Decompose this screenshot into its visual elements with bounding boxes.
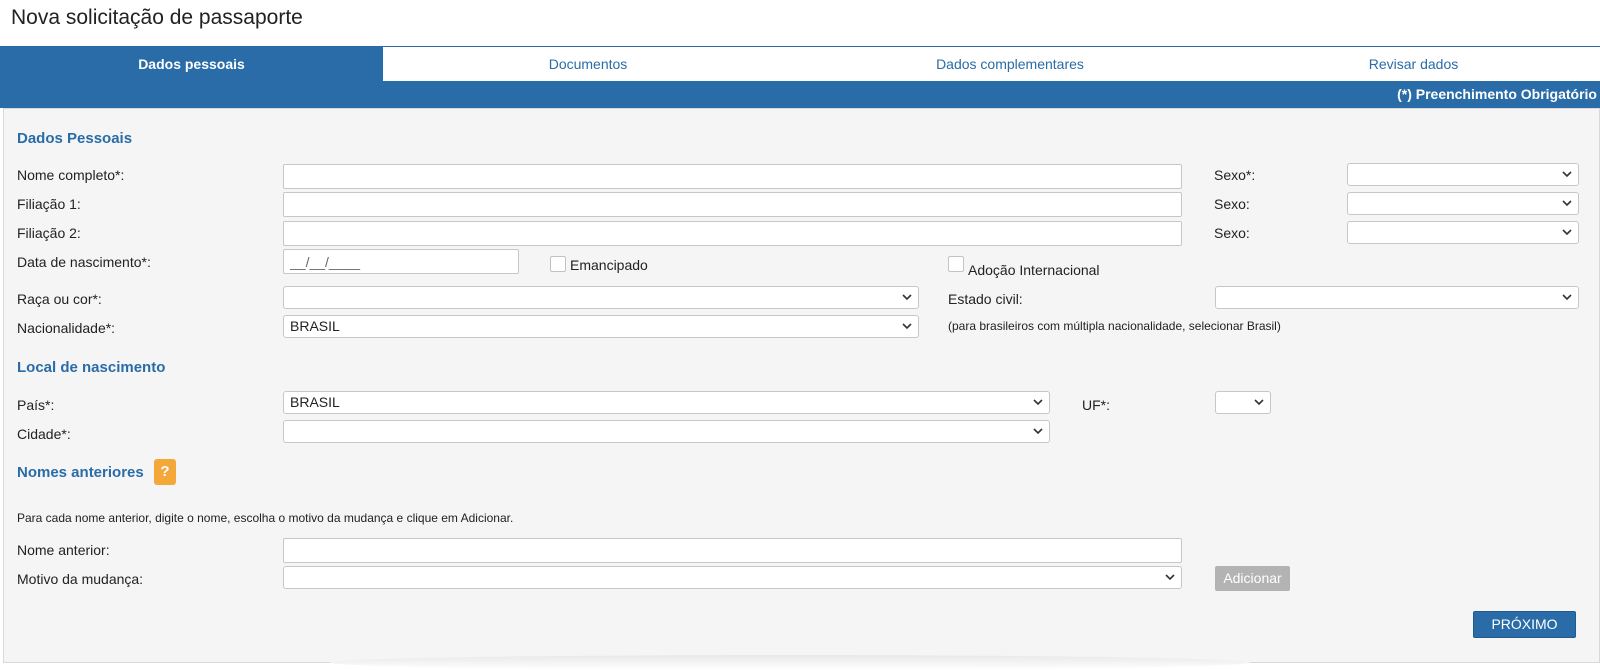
section-title-dados-pessoais: Dados Pessoais (17, 130, 133, 147)
sexo-filiacao2-select[interactable] (1347, 221, 1579, 244)
uf-select[interactable] (1215, 391, 1271, 414)
data-nascimento-input[interactable] (283, 249, 519, 274)
adocao-label: Adoção Internacional (968, 262, 1100, 278)
chevron-down-icon (1562, 200, 1572, 207)
tab-documentos[interactable]: Documentos (383, 47, 793, 81)
sexo-label: Sexo*: (1214, 167, 1256, 183)
nome-completo-input[interactable] (283, 164, 1182, 189)
nome-completo-label: Nome completo*: (17, 167, 125, 183)
filiacao1-input[interactable] (283, 192, 1182, 217)
motivo-select[interactable] (283, 566, 1182, 589)
nome-anterior-label: Nome anterior: (17, 542, 110, 558)
estado-civil-label: Estado civil: (948, 291, 1023, 307)
pais-value: BRASIL (290, 394, 340, 410)
tab-dados-pessoais[interactable]: Dados pessoais (0, 47, 383, 81)
chevron-down-icon (1562, 294, 1572, 301)
chevron-down-icon (902, 323, 912, 330)
page-title: Nova solicitação de passaporte (11, 6, 303, 29)
nomes-anteriores-instructions: Para cada nome anterior, digite o nome, … (17, 511, 514, 525)
form-panel: Dados Pessoais Nome completo*: Sexo*: Fi… (3, 108, 1600, 663)
tab-revisar-dados[interactable]: Revisar dados (1227, 47, 1600, 81)
raca-select[interactable] (283, 286, 919, 309)
tab-dados-complementares[interactable]: Dados complementares (793, 47, 1227, 81)
proximo-button[interactable]: PRÓXIMO (1473, 611, 1576, 638)
chevron-down-icon (1254, 399, 1264, 406)
chevron-down-icon (902, 294, 912, 301)
filiacao2-label: Filiação 2: (17, 225, 81, 241)
pais-select[interactable]: BRASIL (283, 391, 1050, 414)
emancipado-checkbox[interactable] (550, 256, 566, 272)
cidade-label: Cidade*: (17, 426, 71, 442)
raca-label: Raça ou cor*: (17, 291, 102, 307)
emancipado-label: Emancipado (570, 257, 648, 273)
filiacao2-input[interactable] (283, 221, 1182, 246)
adicionar-button[interactable]: Adicionar (1215, 566, 1290, 591)
estado-civil-select[interactable] (1215, 286, 1579, 309)
motivo-label: Motivo da mudança: (17, 571, 144, 587)
required-note: (*) Preenchimento Obrigatório (0, 81, 1600, 108)
panel-shadow (330, 655, 1250, 670)
nacionalidade-label: Nacionalidade*: (17, 320, 116, 336)
chevron-down-icon (1033, 428, 1043, 435)
adocao-checkbox[interactable] (948, 256, 964, 272)
help-icon[interactable]: ? (154, 459, 176, 485)
pais-label: País*: (17, 397, 55, 413)
section-title-nomes-anteriores: Nomes anteriores (17, 464, 144, 481)
nacionalidade-hint: (para brasileiros com múltipla nacionali… (948, 319, 1281, 333)
data-nascimento-label: Data de nascimento*: (17, 254, 151, 270)
sexo-filiacao1-label: Sexo: (1214, 196, 1250, 212)
section-title-local-nascimento: Local de nascimento (17, 359, 166, 376)
sexo-select[interactable] (1347, 163, 1579, 186)
chevron-down-icon (1562, 229, 1572, 236)
sexo-filiacao2-label: Sexo: (1214, 225, 1250, 241)
uf-label: UF*: (1082, 397, 1110, 413)
nacionalidade-select[interactable]: BRASIL (283, 315, 919, 338)
nacionalidade-value: BRASIL (290, 318, 340, 334)
chevron-down-icon (1165, 574, 1175, 581)
nome-anterior-input[interactable] (283, 538, 1182, 563)
wizard-tabs: Dados pessoais Documentos Dados compleme… (0, 46, 1600, 81)
sexo-filiacao1-select[interactable] (1347, 192, 1579, 215)
chevron-down-icon (1033, 399, 1043, 406)
filiacao1-label: Filiação 1: (17, 196, 81, 212)
cidade-select[interactable] (283, 420, 1050, 443)
chevron-down-icon (1562, 171, 1572, 178)
